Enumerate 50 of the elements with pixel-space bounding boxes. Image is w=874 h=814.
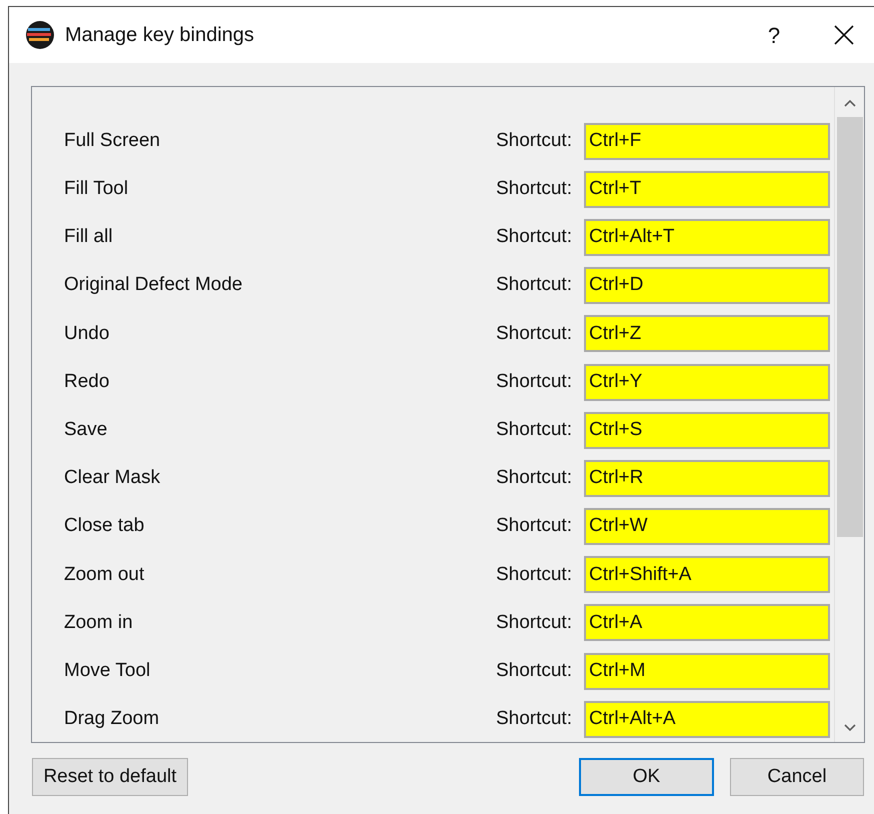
shortcut-label: Shortcut: [494, 466, 572, 490]
shortcut-field[interactable]: Ctrl+S [584, 412, 830, 449]
scroll-up-icon[interactable] [844, 99, 856, 107]
ok-button[interactable]: OK [579, 758, 714, 796]
shortcut-field[interactable]: Ctrl+Alt+A [584, 700, 830, 738]
shortcut-field[interactable]: Ctrl+A [584, 604, 830, 642]
reset-button[interactable]: Reset to default [32, 758, 188, 796]
shortcut-label: Shortcut: [494, 418, 572, 442]
action-label: Undo [64, 322, 110, 346]
shortcut-label: Shortcut: [494, 322, 572, 346]
shortcut-label: Shortcut: [494, 273, 572, 298]
action-label: Original Defect Mode [64, 273, 244, 298]
action-label: Zoom out [64, 562, 146, 587]
shortcut-field[interactable]: Ctrl+R [584, 460, 830, 497]
shortcut-field[interactable]: Ctrl+Shift+A [584, 556, 830, 594]
action-label: Move Tool [64, 658, 152, 683]
shortcut-label: Shortcut: [494, 658, 572, 683]
scroll-down-icon[interactable] [844, 724, 856, 732]
shortcut-field[interactable]: Ctrl+Y [584, 364, 830, 401]
cancel-button[interactable]: Cancel [730, 758, 864, 796]
shortcut-label: Shortcut: [494, 610, 572, 635]
shortcut-field[interactable]: Ctrl+T [584, 170, 830, 208]
shortcut-field[interactable]: Ctrl+Z [584, 315, 830, 352]
action-label: Redo [64, 370, 110, 394]
action-label: Fill Tool [64, 177, 130, 202]
scrollbar[interactable] [834, 87, 864, 742]
shortcut-label: Shortcut: [494, 177, 572, 202]
action-label: Zoom in [64, 610, 134, 635]
app-logo-icon [25, 20, 55, 50]
shortcut-label: Shortcut: [494, 225, 572, 250]
shortcut-label: Shortcut: [494, 128, 572, 153]
shortcut-label: Shortcut: [494, 562, 572, 587]
action-label: Drag Zoom [64, 707, 160, 732]
scrollbar-thumb[interactable] [836, 117, 862, 537]
action-label: Fill all [64, 225, 114, 250]
shortcut-field[interactable]: Ctrl+Alt+T [584, 218, 830, 256]
shortcut-field[interactable]: Ctrl+M [584, 652, 830, 690]
shortcut-label: Shortcut: [494, 514, 572, 538]
action-label: Save [64, 418, 108, 442]
shortcut-field[interactable]: Ctrl+D [584, 267, 830, 304]
shortcut-field[interactable]: Ctrl+W [584, 508, 830, 546]
action-label: Close tab [64, 514, 146, 538]
help-button[interactable]: ? [752, 15, 796, 55]
shortcut-field[interactable]: Ctrl+F [584, 122, 830, 160]
action-label: Clear Mask [64, 466, 162, 490]
window-title: Manage key bindings [65, 23, 254, 48]
action-label: Full Screen [64, 128, 162, 153]
shortcut-label: Shortcut: [494, 370, 572, 394]
shortcut-label: Shortcut: [494, 707, 572, 732]
close-icon [834, 25, 854, 45]
